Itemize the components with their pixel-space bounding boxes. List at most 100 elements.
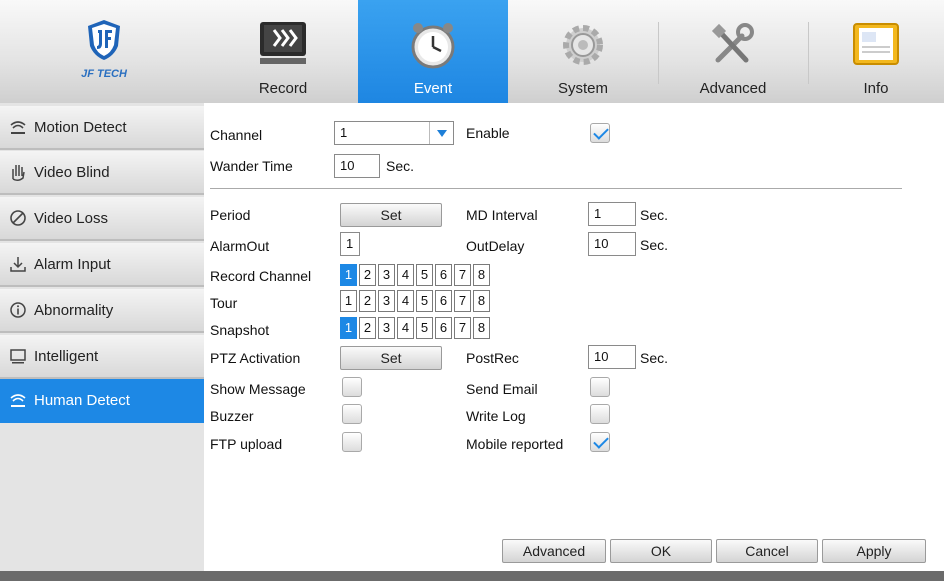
record-icon <box>260 22 306 64</box>
sidebar-item-alarm-input[interactable]: Alarm Input <box>0 243 204 287</box>
md-interval-input[interactable]: 1 <box>588 202 636 226</box>
alarmout-input[interactable]: 1 <box>340 232 360 256</box>
sidebar-item-video-loss[interactable]: Video Loss <box>0 197 204 241</box>
wander-time-unit: Sec. <box>386 158 415 174</box>
motion-icon <box>8 390 28 410</box>
tab-info[interactable]: Info <box>808 0 944 103</box>
record-channel-1[interactable]: 1 <box>340 264 357 286</box>
record-channel-6[interactable]: 6 <box>435 264 452 286</box>
gear-icon <box>563 25 603 65</box>
sidebar-item-motion-detect[interactable]: Motion Detect <box>0 106 204 150</box>
postrec-unit: Sec. <box>640 350 669 366</box>
enable-checkbox[interactable] <box>590 123 610 143</box>
logo-text: JF TECH <box>81 68 127 80</box>
tab-record[interactable]: Record <box>208 0 358 103</box>
snapshot-channel-3[interactable]: 3 <box>378 317 395 339</box>
record-channel-3[interactable]: 3 <box>378 264 395 286</box>
channel-label: Channel <box>210 127 263 143</box>
tools-icon <box>711 23 754 63</box>
tour-channel-2[interactable]: 2 <box>359 290 376 312</box>
tab-event[interactable]: Event <box>358 0 508 103</box>
enable-label: Enable <box>466 125 510 141</box>
snapshot-channel-1[interactable]: 1 <box>340 317 357 339</box>
advanced-button[interactable]: Advanced <box>502 539 606 563</box>
tour-channel-selector: 12345678 <box>340 290 490 312</box>
sidebar-item-label: Abnormality <box>34 301 114 319</box>
tour-channel-6[interactable]: 6 <box>435 290 452 312</box>
tour-channel-4[interactable]: 4 <box>397 290 414 312</box>
tour-channel-7[interactable]: 7 <box>454 290 471 312</box>
mobile-reported-label: Mobile reported <box>466 436 564 452</box>
snapshot-channel-7[interactable]: 7 <box>454 317 471 339</box>
record-channel-4[interactable]: 4 <box>397 264 414 286</box>
outdelay-input[interactable]: 10 <box>588 232 636 256</box>
snapshot-channel-5[interactable]: 5 <box>416 317 433 339</box>
sidebar-item-label: Video Loss <box>34 209 108 227</box>
period-set-button[interactable]: Set <box>340 203 442 227</box>
snapshot-label: Snapshot <box>210 322 270 338</box>
no-signal-icon <box>8 208 28 228</box>
tab-label: Event <box>413 80 453 97</box>
tab-label: Info <box>863 80 889 97</box>
postrec-input[interactable]: 10 <box>588 345 636 369</box>
apply-button[interactable]: Apply <box>822 539 926 563</box>
tour-channel-5[interactable]: 5 <box>416 290 433 312</box>
write-log-checkbox[interactable] <box>590 404 610 424</box>
snapshot-channel-6[interactable]: 6 <box>435 317 452 339</box>
info-circle-icon <box>8 300 28 320</box>
md-interval-label: MD Interval <box>466 207 538 223</box>
ftp-upload-label: FTP upload <box>210 436 283 452</box>
alarm-clock-icon <box>411 23 455 69</box>
mobile-reported-checkbox[interactable] <box>590 432 610 452</box>
snapshot-channel-4[interactable]: 4 <box>397 317 414 339</box>
snapshot-channel-2[interactable]: 2 <box>359 317 376 339</box>
monitor-icon <box>8 346 28 366</box>
tour-channel-8[interactable]: 8 <box>473 290 490 312</box>
record-channel-5[interactable]: 5 <box>416 264 433 286</box>
tab-advanced[interactable]: Advanced <box>658 0 808 103</box>
tour-channel-1[interactable]: 1 <box>340 290 357 312</box>
channel-select[interactable]: 1 <box>334 121 454 145</box>
alarmout-label: AlarmOut <box>210 238 270 254</box>
snapshot-channel-8[interactable]: 8 <box>473 317 490 339</box>
motion-icon <box>8 117 28 137</box>
sidebar-item-label: Human Detect <box>34 391 130 409</box>
chevron-down-icon[interactable] <box>429 122 453 144</box>
settings-panel: Channel 1 Enable Wander Time 10 Sec. Per… <box>204 103 944 571</box>
send-email-checkbox[interactable] <box>590 377 610 397</box>
sidebar: Motion Detect Video Blind Video Loss Ala… <box>0 103 204 571</box>
cancel-button[interactable]: Cancel <box>716 539 818 563</box>
sidebar-item-label: Alarm Input <box>34 255 111 273</box>
record-channel-label: Record Channel <box>210 268 312 284</box>
sidebar-item-intelligent[interactable]: Intelligent <box>0 335 204 379</box>
outdelay-label: OutDelay <box>466 238 525 254</box>
tab-label: Advanced <box>699 80 767 97</box>
ok-button[interactable]: OK <box>610 539 712 563</box>
record-channel-8[interactable]: 8 <box>473 264 490 286</box>
sidebar-item-human-detect[interactable]: Human Detect <box>0 379 204 423</box>
wander-time-input[interactable]: 10 <box>334 154 380 178</box>
tour-channel-3[interactable]: 3 <box>378 290 395 312</box>
show-message-checkbox[interactable] <box>342 377 362 397</box>
record-channel-2[interactable]: 2 <box>359 264 376 286</box>
sidebar-item-label: Intelligent <box>34 347 99 365</box>
snapshot-channel-selector: 12345678 <box>340 317 490 339</box>
sidebar-item-abnormality[interactable]: Abnormality <box>0 289 204 333</box>
bottom-bar <box>0 571 944 581</box>
buzzer-checkbox[interactable] <box>342 404 362 424</box>
tab-label: System <box>557 80 608 97</box>
sidebar-item-video-blind[interactable]: Video Blind <box>0 151 204 195</box>
info-card-icon <box>853 23 899 65</box>
send-email-label: Send Email <box>466 381 538 397</box>
write-log-label: Write Log <box>466 408 526 424</box>
tour-label: Tour <box>210 295 238 311</box>
hand-icon <box>8 162 28 182</box>
outdelay-unit: Sec. <box>640 237 669 253</box>
show-message-label: Show Message <box>210 381 306 397</box>
section-divider <box>210 188 902 189</box>
ftp-upload-checkbox[interactable] <box>342 432 362 452</box>
record-channel-7[interactable]: 7 <box>454 264 471 286</box>
ptz-set-button[interactable]: Set <box>340 346 442 370</box>
tab-system[interactable]: System <box>508 0 658 103</box>
shield-logo-icon <box>88 20 120 60</box>
